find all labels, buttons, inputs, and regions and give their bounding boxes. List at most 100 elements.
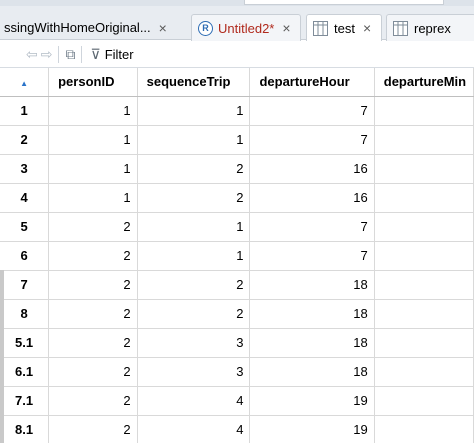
close-icon[interactable]: × <box>363 20 371 36</box>
popout-window-icon[interactable]: ⧉ <box>65 45 75 63</box>
departuremin-cell <box>374 386 474 416</box>
forward-arrow-icon[interactable]: ⇨ <box>41 45 53 63</box>
personid-cell: 1 <box>48 96 138 126</box>
row-name-cell: 1 <box>0 96 50 126</box>
departuremin-cell <box>374 183 474 213</box>
sequencetrip-cell: 2 <box>137 270 251 300</box>
sequencetrip-cell: 1 <box>137 212 251 242</box>
tab-test[interactable]: test × <box>306 14 382 42</box>
column-header-sequencetrip[interactable]: sequenceTrip <box>137 68 251 97</box>
personid-cell: 2 <box>48 299 138 329</box>
row-name-cell: 6.1 <box>0 357 50 387</box>
departurehour-cell: 7 <box>249 241 375 271</box>
row-name-cell: 4 <box>0 183 50 213</box>
column-header-personid[interactable]: personID <box>48 68 138 97</box>
departurehour-cell: 7 <box>249 96 375 126</box>
scrollbar-thumb[interactable] <box>0 270 4 443</box>
table-icon <box>393 20 408 36</box>
r-script-icon: R <box>198 20 213 36</box>
sequencetrip-cell: 2 <box>137 183 251 213</box>
table-row: 2117 <box>0 125 474 155</box>
personid-cell: 2 <box>48 357 138 387</box>
column-header-departuremin[interactable]: departureMin <box>374 68 474 97</box>
table-row: 7.1 2 4 19 <box>0 386 474 416</box>
data-grid: ▲ personID sequenceTrip departureHour de… <box>0 68 474 443</box>
sequencetrip-cell: 3 <box>137 328 251 358</box>
personid-cell: 2 <box>48 241 138 271</box>
column-header-departurehour[interactable]: departureHour <box>249 68 375 97</box>
personid-cell: 2 <box>48 386 138 416</box>
tab-label: test <box>334 20 355 36</box>
table-row: 5.1 2 3 18 <box>0 328 474 358</box>
top-field <box>244 0 444 5</box>
sort-ascending-icon: ▲ <box>20 79 29 89</box>
departurehour-cell: 18 <box>249 357 375 387</box>
departuremin-cell <box>374 328 474 358</box>
back-arrow-icon[interactable]: ⇦ <box>26 45 38 63</box>
table-row: 5217 <box>0 212 474 242</box>
tab-untitled2[interactable]: R Untitled2* × <box>191 14 301 41</box>
sequencetrip-cell: 1 <box>137 96 251 126</box>
table-icon <box>313 20 328 36</box>
tab-label: ssingWithHomeOriginal... <box>4 20 151 35</box>
filter-funnel-icon[interactable]: ⊽ <box>90 45 100 63</box>
personid-cell: 1 <box>48 183 138 213</box>
departuremin-cell <box>374 154 474 184</box>
sequencetrip-cell: 4 <box>137 386 251 416</box>
table-row: 6.1 2 3 18 <box>0 357 474 387</box>
table-row: 6217 <box>0 241 474 271</box>
departuremin-cell <box>374 96 474 126</box>
sequencetrip-cell: 2 <box>137 299 251 329</box>
data-viewer-toolbar: ⇦ ⇨ ⧉ ⊽ Filter <box>0 41 474 68</box>
departuremin-cell <box>374 357 474 387</box>
sequencetrip-cell: 4 <box>137 415 251 443</box>
sequencetrip-cell: 1 <box>137 125 251 155</box>
filter-button[interactable]: Filter <box>105 47 134 62</box>
departuremin-cell <box>374 415 474 443</box>
table-row: 8.1 2 4 19 <box>0 415 474 443</box>
row-name-cell: 2 <box>0 125 50 155</box>
top-strip <box>0 0 474 6</box>
departuremin-cell <box>374 241 474 271</box>
departuremin-cell <box>374 299 474 329</box>
row-name-cell: 8 <box>0 299 50 329</box>
personid-cell: 2 <box>48 328 138 358</box>
departurehour-cell: 7 <box>249 212 375 242</box>
tab-missing-with-home[interactable]: ssingWithHomeOriginal... × <box>0 14 188 41</box>
personid-cell: 2 <box>48 415 138 443</box>
departurehour-cell: 19 <box>249 386 375 416</box>
row-names-header[interactable]: ▲ <box>0 68 50 97</box>
personid-cell: 2 <box>48 212 138 242</box>
tab-reprex[interactable]: reprex <box>386 14 474 41</box>
departurehour-cell: 16 <box>249 154 375 184</box>
departurehour-cell: 7 <box>249 125 375 155</box>
departurehour-cell: 18 <box>249 328 375 358</box>
departurehour-cell: 19 <box>249 415 375 443</box>
table-row: 3 1 2 16 <box>0 154 474 184</box>
header-row: ▲ personID sequenceTrip departureHour de… <box>0 68 474 97</box>
departuremin-cell <box>374 212 474 242</box>
row-name-cell: 8.1 <box>0 415 50 443</box>
sequencetrip-cell: 2 <box>137 154 251 184</box>
departurehour-cell: 16 <box>249 183 375 213</box>
departurehour-cell: 18 <box>249 299 375 329</box>
table-row: 8 2 2 18 <box>0 299 474 329</box>
personid-cell: 1 <box>48 125 138 155</box>
toolbar-divider <box>58 45 60 63</box>
row-name-cell: 5.1 <box>0 328 50 358</box>
editor-tab-bar: ssingWithHomeOriginal... × R Untitled2* … <box>0 0 474 42</box>
row-name-cell: 5 <box>0 212 50 242</box>
personid-cell: 1 <box>48 154 138 184</box>
close-icon[interactable]: × <box>159 20 167 36</box>
table-row: 1117 <box>0 96 474 126</box>
row-name-cell: 3 <box>0 154 50 184</box>
row-name-cell: 6 <box>0 241 50 271</box>
tab-label: reprex <box>414 20 451 36</box>
table-row: 4 1 2 16 <box>0 183 474 213</box>
personid-cell: 2 <box>48 270 138 300</box>
departurehour-cell: 18 <box>249 270 375 300</box>
data-table: ▲ personID sequenceTrip departureHour de… <box>0 68 474 443</box>
departuremin-cell <box>374 125 474 155</box>
close-icon[interactable]: × <box>282 20 290 36</box>
table-row: 7 2 2 18 <box>0 270 474 300</box>
